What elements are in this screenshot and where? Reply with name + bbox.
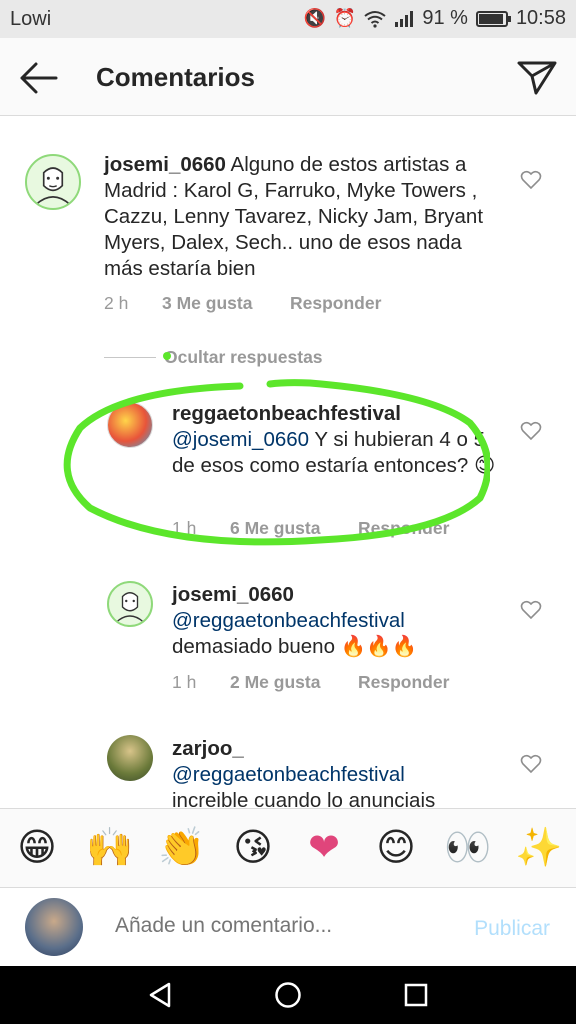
hide-replies-toggle[interactable]: Ocultar respuestas <box>104 347 323 368</box>
comment-likes[interactable]: 3 Me gusta <box>162 293 290 314</box>
heart-icon[interactable] <box>520 170 542 190</box>
reply-username[interactable]: josemi_0660 <box>172 582 502 608</box>
comment-input[interactable] <box>115 914 445 938</box>
heart-icon[interactable] <box>520 754 542 774</box>
comment-time: 2 h <box>104 293 129 313</box>
app-header: Comentarios <box>0 38 576 116</box>
emoji-quick-bar: 😁 🙌 👏 😘 ❤ 😊 👀 ✨ <box>0 808 576 888</box>
highlight-annotation <box>63 379 490 546</box>
reply-text: zarjoo_ @reggaetonbeachfestival increibl… <box>172 736 502 814</box>
comment-text: josemi_0660 Alguno de estos artistas a M… <box>104 152 504 282</box>
emoji-grin-button[interactable]: 😁 <box>12 823 62 873</box>
cartoon-face-icon <box>116 592 144 623</box>
reply-button[interactable]: Responder <box>290 293 381 314</box>
reply-body: demasiado bueno 🔥🔥🔥 <box>172 635 418 658</box>
recents-square-icon[interactable] <box>401 980 431 1010</box>
status-bar: Lowi 🔇 ⏰ 91 % 10:58 <box>0 0 576 38</box>
post-button[interactable]: Publicar <box>474 917 550 941</box>
emoji-sparkles-button[interactable]: ✨ <box>514 823 564 873</box>
page-title: Comentarios <box>96 62 255 92</box>
arrow-left-icon[interactable] <box>16 56 60 100</box>
battery-icon <box>475 10 511 27</box>
reply-button[interactable]: Responder <box>358 672 449 693</box>
home-circle-icon[interactable] <box>273 980 303 1010</box>
reply-username[interactable]: zarjoo_ <box>172 736 502 762</box>
alarm-icon: ⏰ <box>333 8 357 28</box>
paper-plane-icon[interactable] <box>516 56 558 98</box>
battery-percentage: 91 % <box>422 7 468 29</box>
emoji-eyes-button[interactable]: 👀 <box>443 823 493 873</box>
emoji-smile-button[interactable]: 😊 <box>371 823 421 873</box>
emoji-heart-button[interactable]: ❤ <box>299 823 349 873</box>
avatar[interactable] <box>107 735 153 781</box>
reply-likes[interactable]: 2 Me gusta <box>230 672 358 693</box>
comment-username[interactable]: josemi_0660 <box>104 153 226 176</box>
heart-icon[interactable] <box>520 421 542 441</box>
avatar[interactable] <box>25 154 81 210</box>
avatar <box>25 898 83 956</box>
reply-time: 1 h <box>172 672 197 692</box>
reply-text: josemi_0660 @reggaetonbeachfestival dema… <box>172 582 502 660</box>
mute-icon: 🔇 <box>303 8 326 28</box>
wifi-icon <box>364 10 386 28</box>
comment-composer: Publicar <box>0 888 576 966</box>
avatar[interactable] <box>107 581 153 627</box>
carrier-name: Lowi <box>10 8 52 30</box>
divider-line <box>104 357 156 358</box>
annotation-dot <box>163 352 171 360</box>
mention-link[interactable]: @reggaetonbeachfestival <box>172 762 502 788</box>
cartoon-face-icon <box>35 167 71 205</box>
emoji-raised-hands-button[interactable]: 🙌 <box>85 823 135 873</box>
comment-meta: 2 h 3 Me gusta Responder <box>104 293 381 314</box>
hide-replies-label: Ocultar respuestas <box>164 347 323 367</box>
emoji-kiss-button[interactable]: 😘 <box>228 823 278 873</box>
emoji-clap-button[interactable]: 👏 <box>157 823 207 873</box>
signal-icon <box>395 10 414 27</box>
android-nav-bar <box>0 966 576 1024</box>
back-triangle-icon[interactable] <box>145 980 175 1010</box>
clock: 10:58 <box>515 7 566 29</box>
mention-link[interactable]: @reggaetonbeachfestival <box>172 608 502 634</box>
reply-meta: 1 h 2 Me gusta Responder <box>172 672 449 693</box>
heart-icon[interactable] <box>520 600 542 620</box>
